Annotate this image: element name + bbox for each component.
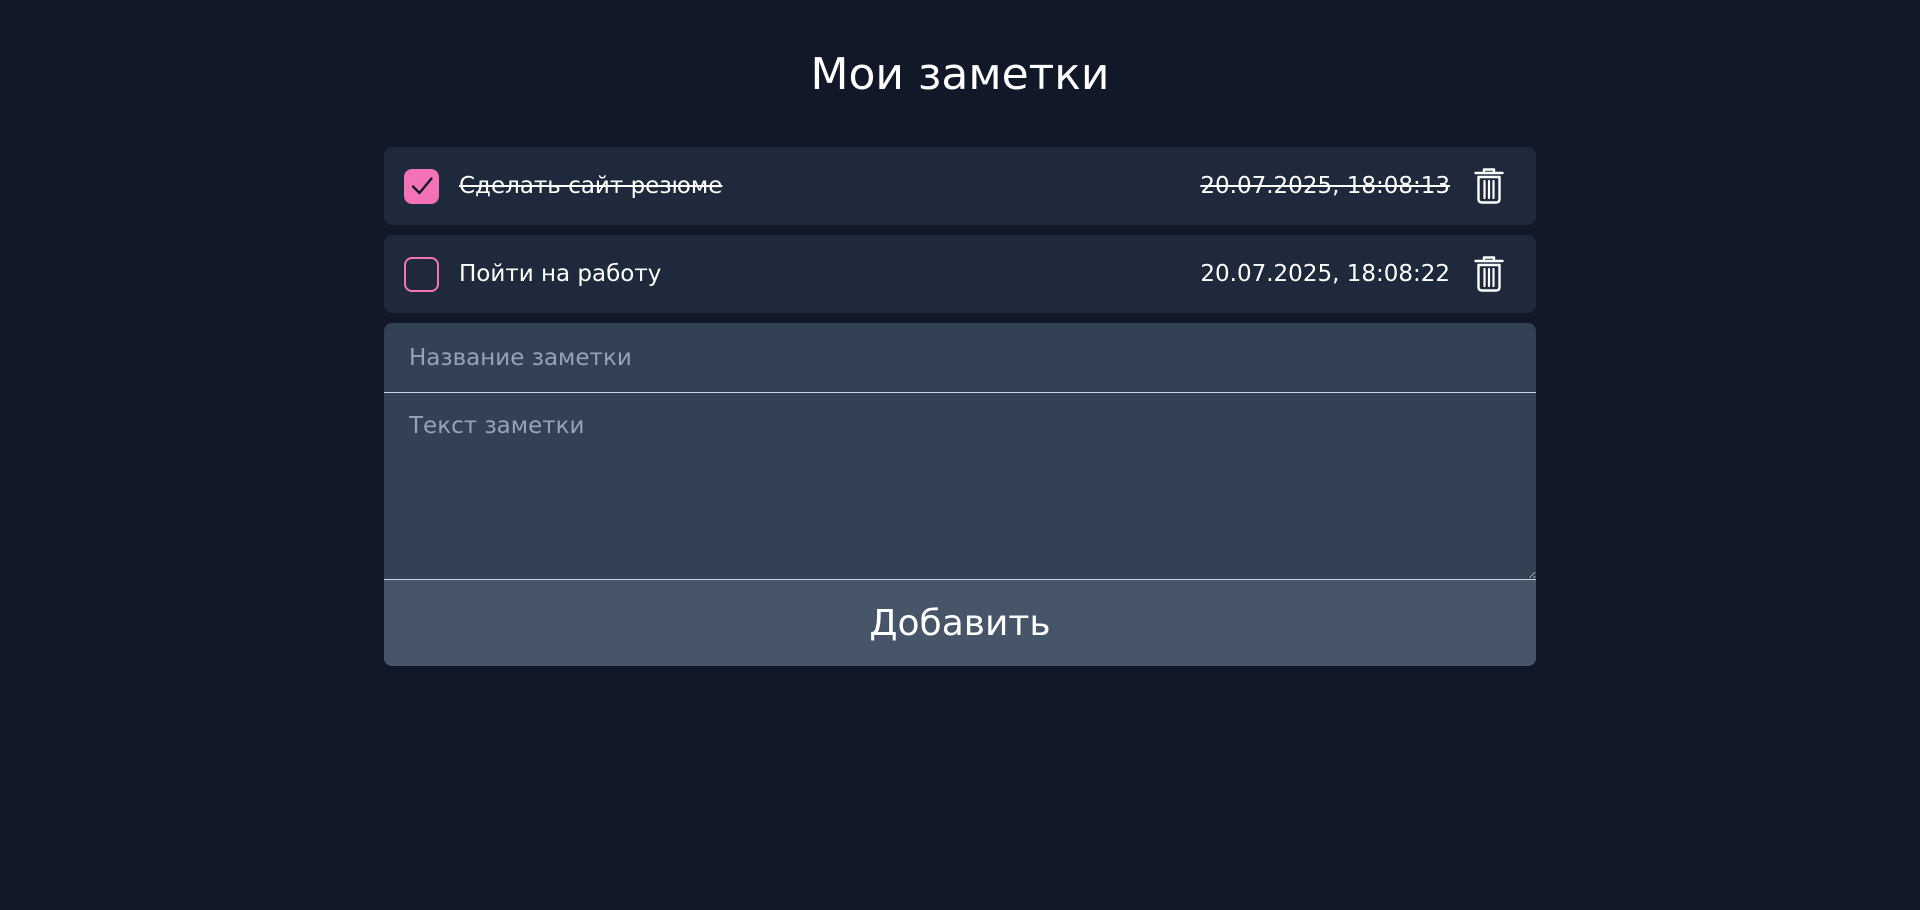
page-title: Мои заметки [810, 49, 1110, 100]
delete-button[interactable] [1472, 254, 1506, 294]
note-date: 20.07.2025, 18:08:13 [1200, 173, 1450, 199]
note-title-input[interactable] [384, 323, 1536, 393]
trash-icon [1474, 168, 1504, 204]
note-checkbox[interactable] [404, 256, 439, 292]
app: Мои заметки Сделать сайт резюме 20.07.20… [0, 0, 1920, 910]
note-title: Пойти на работу [459, 261, 662, 287]
check-icon [411, 177, 433, 195]
note-title: Сделать сайт резюме [459, 173, 723, 199]
note-checkbox[interactable] [404, 168, 439, 204]
note-item: Пойти на работу 20.07.2025, 18:08:22 [384, 235, 1536, 313]
trash-icon [1474, 256, 1504, 292]
note-text-input[interactable] [384, 393, 1536, 580]
add-note-form: Добавить [384, 323, 1536, 666]
note-item: Сделать сайт резюме 20.07.2025, 18:08:13 [384, 147, 1536, 225]
add-button[interactable]: Добавить [384, 580, 1536, 666]
delete-button[interactable] [1472, 166, 1506, 206]
note-date: 20.07.2025, 18:08:22 [1200, 261, 1450, 287]
notes-container: Сделать сайт резюме 20.07.2025, 18:08:13… [384, 147, 1536, 666]
